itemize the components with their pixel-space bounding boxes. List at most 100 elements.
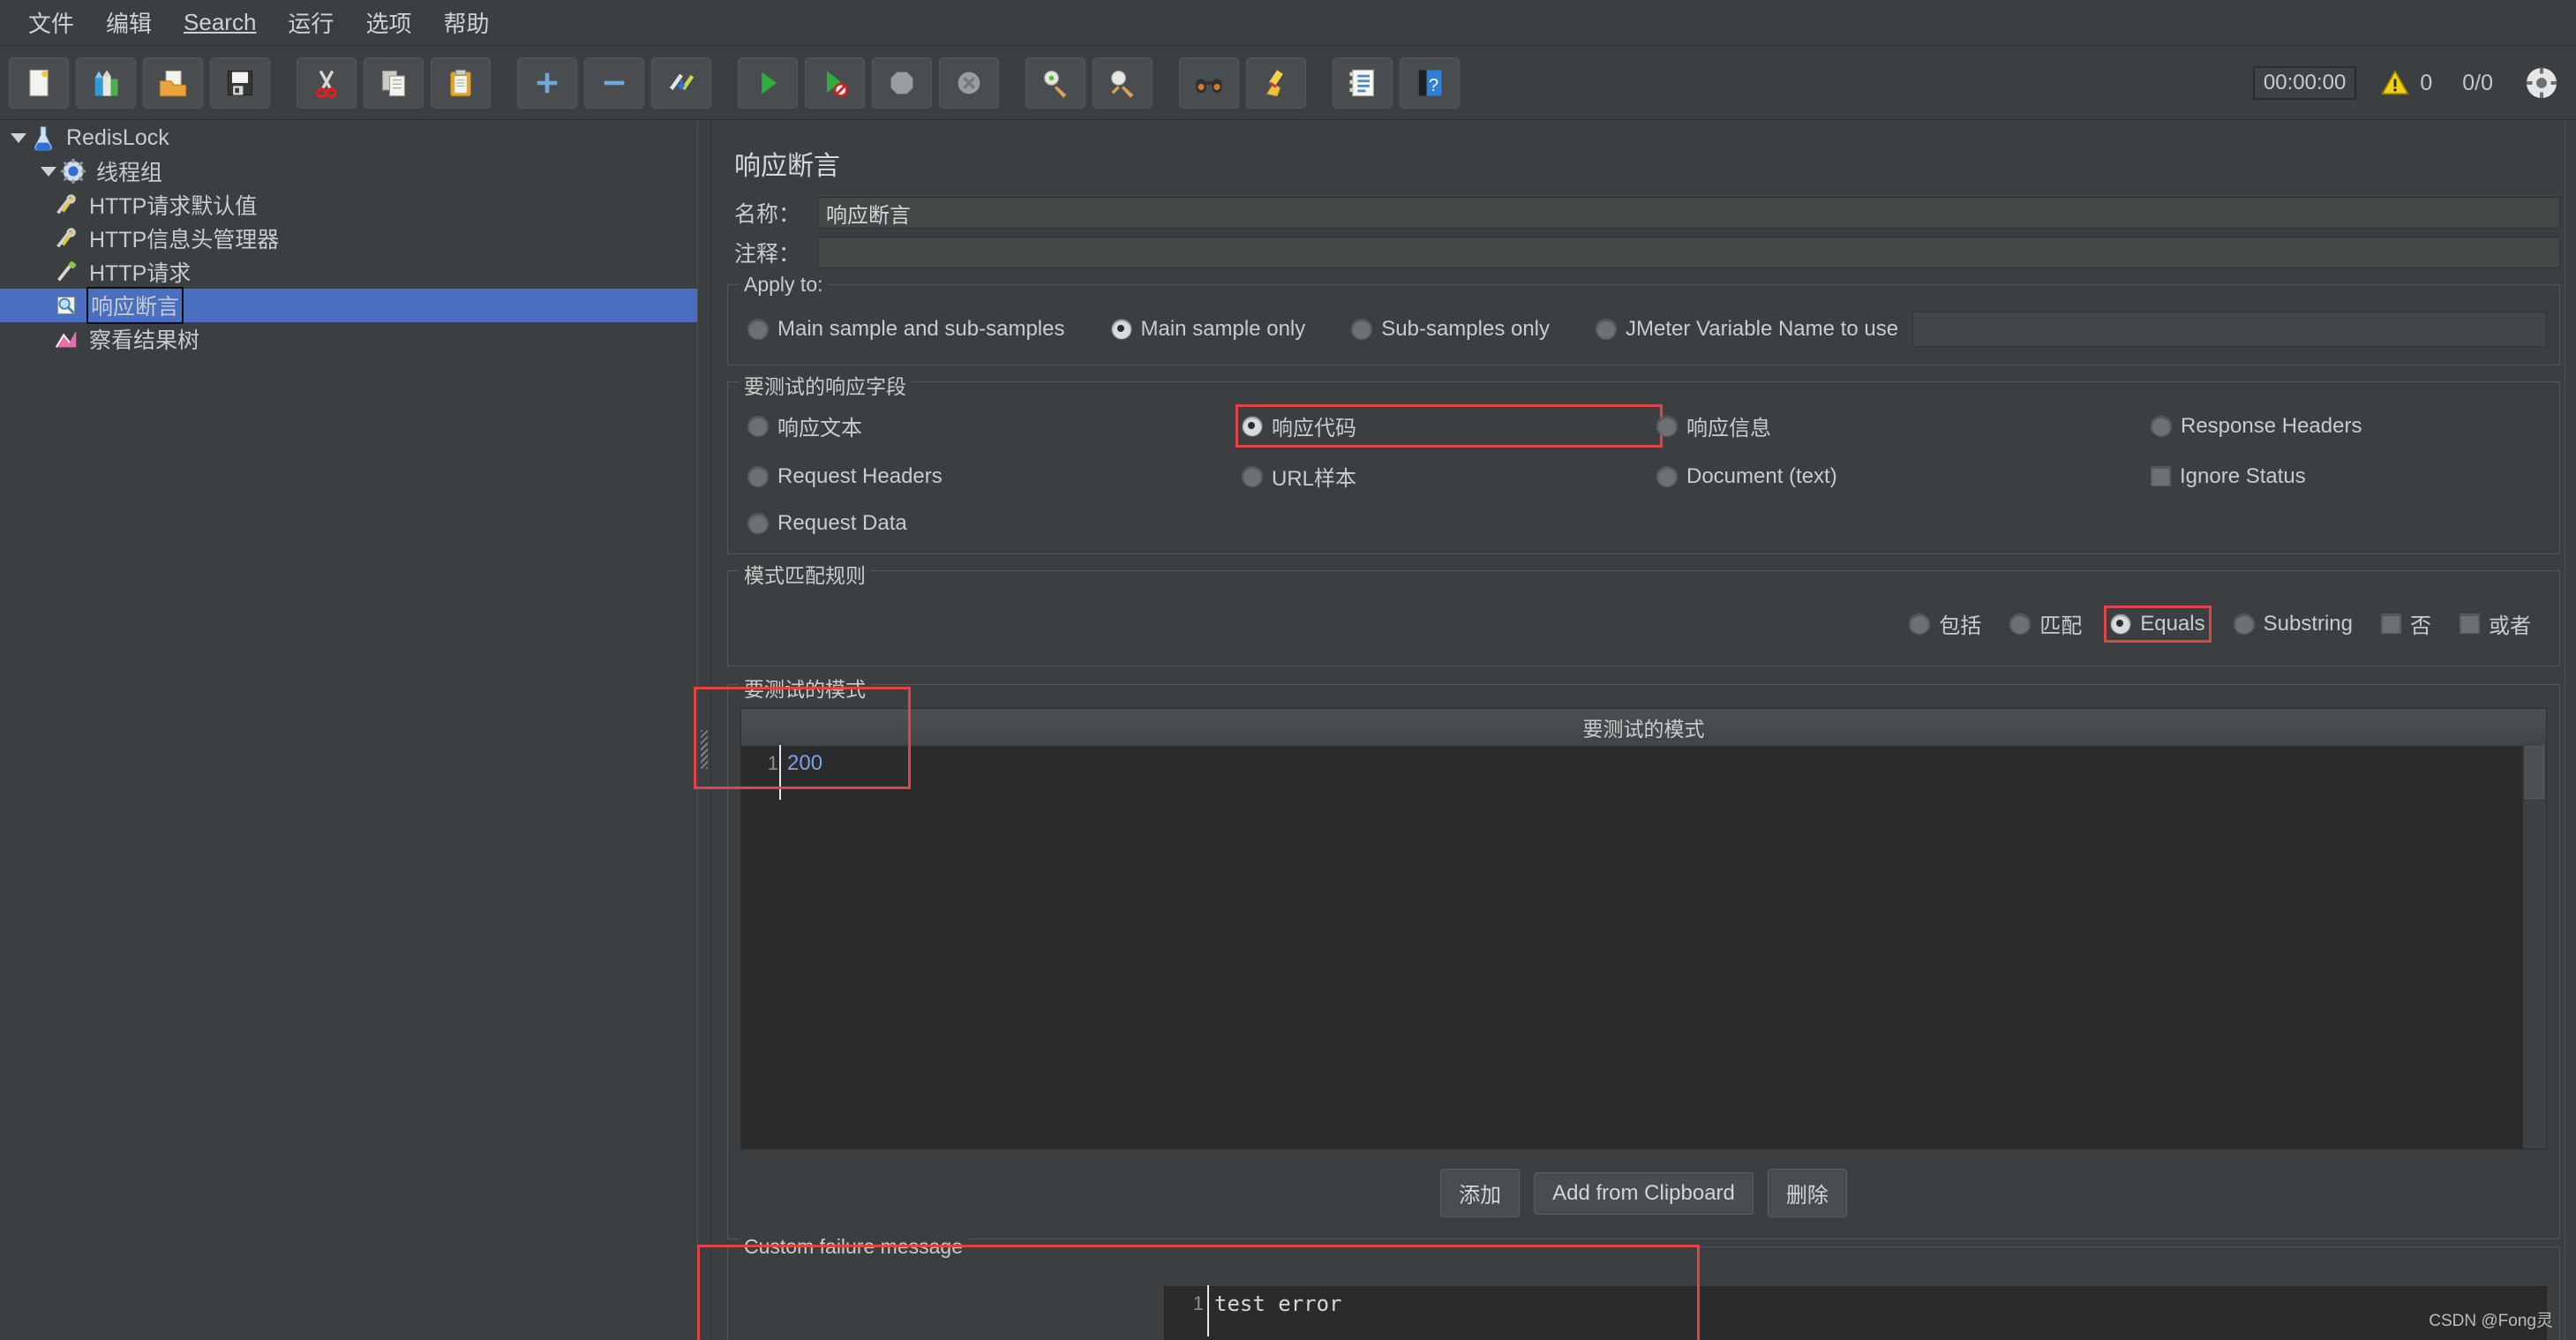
custom-failure-message-input[interactable]: 1 test error	[1164, 1285, 2547, 1340]
help-button[interactable]: ?	[1400, 56, 1460, 109]
search-button[interactable]	[1179, 56, 1239, 109]
name-input[interactable]: 响应断言	[818, 197, 2560, 229]
toggle-icon	[669, 73, 695, 91]
remove-icon	[604, 80, 625, 85]
add-from-clipboard-button[interactable]: Add from Clipboard	[1534, 1171, 1754, 1215]
radio-main-sample-and-sub-samples[interactable]: Main sample and sub-samples	[747, 317, 1065, 342]
tree-node-view-results-tree[interactable]: 察看结果树	[0, 322, 697, 356]
stop-button[interactable]	[872, 56, 932, 109]
radio-dot	[1656, 465, 1678, 487]
radio-dot	[1596, 319, 1618, 340]
menu-item-edit[interactable]: 编辑	[90, 3, 168, 42]
clear-button[interactable]	[1025, 56, 1085, 109]
radio-jmeter-variable-name[interactable]: JMeter Variable Name to use	[1596, 317, 1898, 342]
checkbox-or[interactable]: 或者	[2460, 608, 2531, 639]
radio-label: JMeter Variable Name to use	[1626, 317, 1899, 341]
radio-contains[interactable]: 包括	[1909, 608, 1981, 639]
assertion-icon	[57, 297, 75, 314]
copy-button[interactable]	[364, 56, 424, 109]
apply-to-group: Apply to: Main sample and sub-samples Ma…	[727, 273, 2560, 365]
radio-dot	[747, 319, 769, 340]
menu-item-search[interactable]: Search	[168, 5, 272, 40]
table-row[interactable]: 1 200	[741, 745, 2546, 800]
connection-icon[interactable]	[2523, 64, 2560, 102]
tree-node-redislock[interactable]: RedisLock	[0, 121, 697, 154]
new-button[interactable]	[9, 56, 69, 109]
menu-item-help[interactable]: 帮助	[427, 3, 505, 42]
active-thread-count: 0/0	[2462, 70, 2493, 95]
custom-failure-message-group: Custom failure message 1 test error	[727, 1235, 2560, 1340]
open-button[interactable]	[143, 56, 203, 109]
jmeter-variable-input[interactable]	[1912, 312, 2547, 347]
radio-dot	[1909, 613, 1931, 635]
expand-toggle[interactable]	[7, 121, 30, 154]
tree-node-http-request[interactable]: HTTP请求	[0, 255, 697, 289]
menu-item-options-label: 选项	[365, 11, 412, 37]
add-button[interactable]: 添加	[1440, 1169, 1521, 1217]
panel-splitter[interactable]	[697, 121, 711, 1340]
main-scrollbar[interactable]	[2565, 121, 2576, 1340]
add-button[interactable]	[517, 56, 577, 109]
response-field-options: 响应文本 响应代码 响应信息 Response Headers Request …	[740, 404, 2547, 541]
radio-url-sample[interactable]: URL样本	[1242, 461, 1656, 492]
function-helper-button[interactable]	[1333, 56, 1393, 109]
radio-response-message[interactable]: 响应信息	[1656, 410, 2151, 441]
clear-all-button[interactable]	[1093, 56, 1153, 109]
text-caret	[1207, 1285, 1209, 1336]
checkbox-not[interactable]: 否	[2381, 608, 2431, 639]
menu-item-file[interactable]: 文件	[12, 3, 90, 42]
comment-input[interactable]	[818, 237, 2560, 268]
delete-button[interactable]: 删除	[1767, 1169, 1847, 1217]
templates-icon	[94, 69, 118, 96]
response-field-group: 要测试的响应字段 响应文本 响应代码 响应信息 Response Headers	[727, 370, 2560, 554]
radio-response-headers[interactable]: Response Headers	[2151, 410, 2547, 441]
radio-response-code[interactable]: 响应代码	[1235, 404, 1663, 448]
splitter-grip[interactable]	[701, 730, 708, 769]
reset-search-icon	[1265, 69, 1283, 96]
radio-sub-samples-only[interactable]: Sub-samples only	[1351, 317, 1550, 342]
start-no-pauses-button[interactable]	[805, 56, 865, 109]
radio-response-text[interactable]: 响应文本	[747, 410, 1242, 441]
patterns-title: 要测试的模式	[739, 673, 871, 703]
config-element-icon	[56, 228, 76, 248]
sampler-icon	[57, 260, 77, 282]
checkbox-label: 否	[2410, 614, 2431, 638]
radio-matches[interactable]: 匹配	[2009, 608, 2082, 639]
menu-item-options[interactable]: 选项	[349, 3, 427, 42]
pattern-cell[interactable]: 200	[779, 745, 822, 800]
test-plan-tree[interactable]: RedisLock 线程组 HTTP请求默认值 HTTP信息头管理器 HTTP请…	[0, 121, 697, 1340]
radio-request-headers[interactable]: Request Headers	[747, 461, 1242, 492]
paste-button[interactable]	[431, 56, 491, 109]
remove-button[interactable]	[584, 56, 644, 109]
templates-button[interactable]	[76, 56, 136, 109]
main-content: RedisLock 线程组 HTTP请求默认值 HTTP信息头管理器 HTTP请…	[0, 121, 2576, 1340]
toggle-button[interactable]	[651, 56, 711, 109]
radio-request-data[interactable]: Request Data	[747, 511, 1242, 536]
radio-equals[interactable]: Equals	[2104, 605, 2212, 643]
menu-item-run[interactable]: 运行	[272, 3, 349, 42]
radio-substring[interactable]: Substring	[2233, 611, 2353, 636]
tree-node-http-header-manager[interactable]: HTTP信息头管理器	[0, 222, 697, 255]
patterns-scrollbar[interactable]	[2522, 746, 2546, 1148]
shutdown-button[interactable]	[939, 56, 999, 109]
reset-search-button[interactable]	[1246, 56, 1306, 109]
radio-dot	[2009, 613, 2032, 635]
checkbox-ignore-status[interactable]: Ignore Status	[2151, 461, 2547, 492]
radio-main-sample-only[interactable]: Main sample only	[1110, 317, 1305, 342]
radio-label: Substring	[2263, 611, 2353, 636]
warning-indicator[interactable]	[2379, 67, 2411, 99]
tree-node-label: HTTP请求	[89, 261, 192, 286]
radio-dot	[2233, 613, 2255, 635]
radio-document-text[interactable]: Document (text)	[1656, 461, 2151, 492]
cut-button[interactable]	[297, 56, 357, 109]
tree-node-thread-group[interactable]: 线程组	[0, 154, 697, 188]
tree-node-response-assertion[interactable]: 响应断言	[0, 287, 697, 324]
save-button[interactable]	[210, 56, 270, 109]
shutdown-icon	[958, 72, 980, 94]
scrollbar-thumb[interactable]	[2525, 746, 2544, 799]
tree-node-http-request-defaults[interactable]: HTTP请求默认值	[0, 188, 697, 222]
expand-toggle[interactable]	[37, 154, 60, 188]
start-button[interactable]	[738, 56, 798, 109]
patterns-table[interactable]: 要测试的模式 1 200	[740, 708, 2547, 1149]
elapsed-timer: 00:00:00	[2252, 66, 2357, 100]
